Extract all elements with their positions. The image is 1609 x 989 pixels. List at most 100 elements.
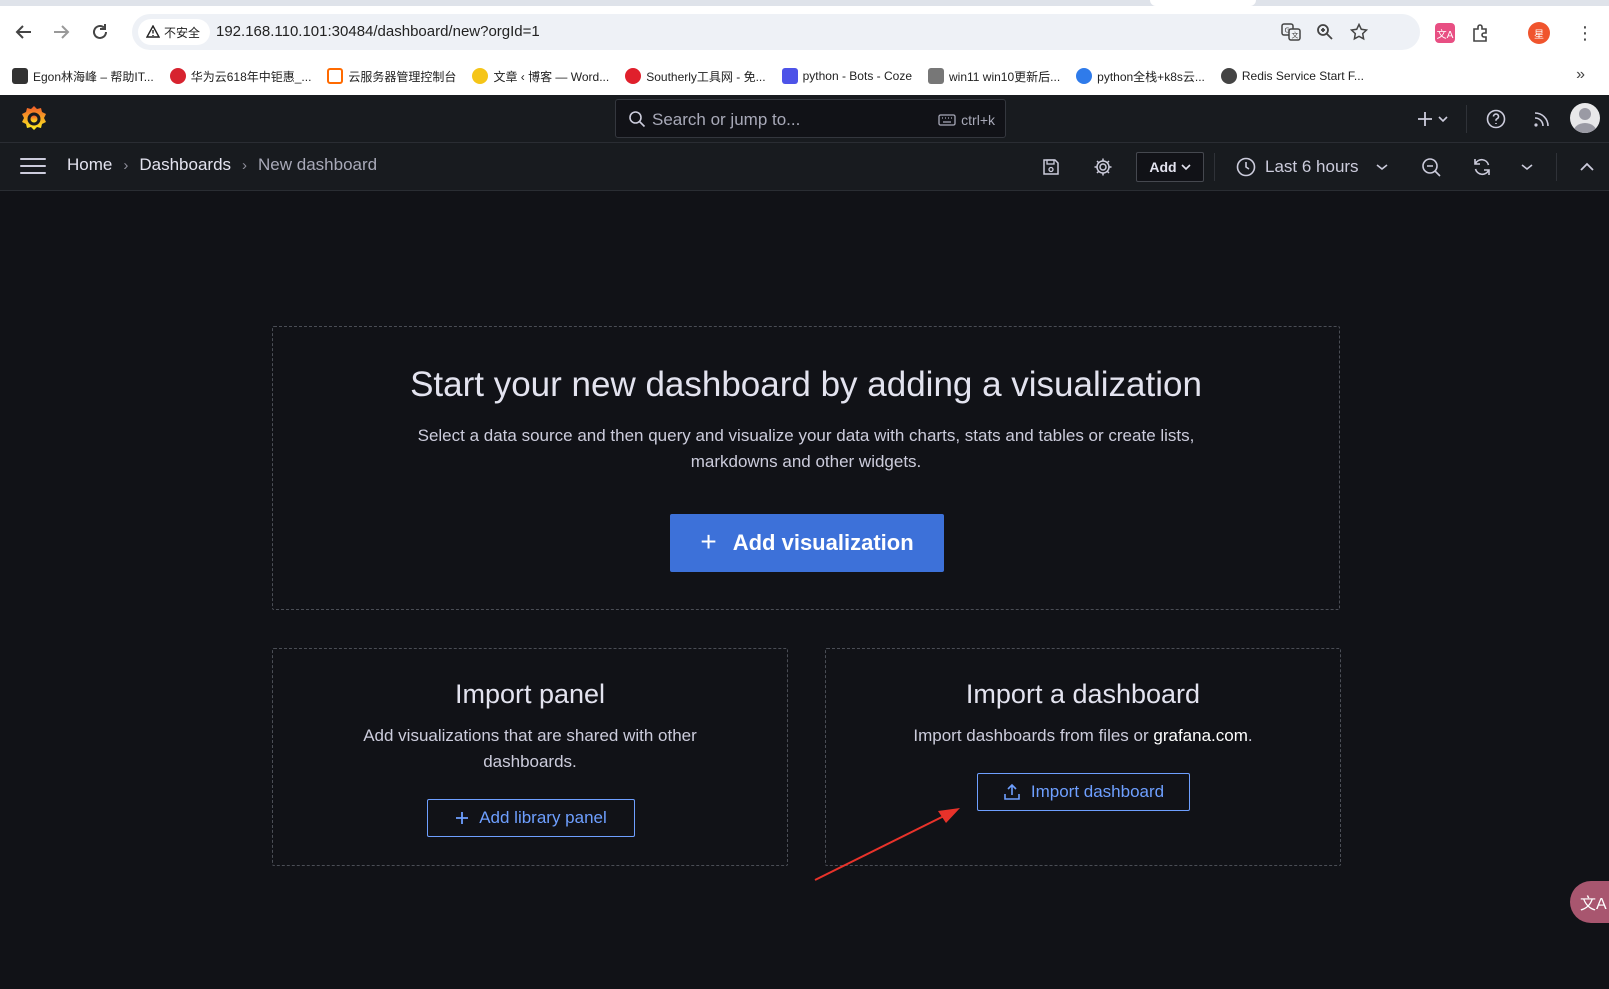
add-visualization-button[interactable]: + Add visualization — [670, 514, 944, 572]
bookmark-label: Redis Service Start F... — [1241, 69, 1364, 83]
extension-translate-icon[interactable]: 文A — [1432, 20, 1458, 46]
arrow-right-icon — [54, 25, 70, 39]
save-icon[interactable] — [1038, 155, 1064, 179]
hero-title: Start your new dashboard by adding a vis… — [410, 365, 1202, 404]
add-button[interactable]: Add — [1136, 152, 1204, 182]
add-library-panel-label: Add library panel — [479, 808, 607, 827]
warning-icon — [146, 25, 160, 38]
time-range-picker[interactable]: Last 6 hours — [1236, 153, 1388, 181]
bookmark-item[interactable]: 云服务器管理控制台 — [327, 68, 456, 85]
search-icon — [629, 111, 646, 128]
add-visualization-card: Start your new dashboard by adding a vis… — [272, 326, 1340, 610]
translate-icon[interactable]: G文 — [1278, 20, 1304, 44]
hero-description: Select a data source and then query and … — [417, 426, 1195, 471]
bookmark-item[interactable]: 文章 ‹ 博客 — Word... — [472, 68, 609, 85]
chevron-down-icon — [1181, 164, 1191, 171]
plus-icon — [456, 812, 469, 824]
upload-icon — [1004, 783, 1020, 800]
profile-avatar[interactable]: 星 — [1526, 20, 1552, 46]
top-divider — [1466, 105, 1467, 133]
import-panel-title: Import panel — [454, 679, 606, 709]
bookmark-label: python全栈+k8s云... — [1097, 69, 1205, 84]
grafana-top-bar: Search or jump to... ctrl+k — [0, 95, 1609, 143]
forward-button[interactable] — [47, 18, 75, 46]
shortcut-label: ctrl+k — [961, 112, 995, 128]
bookmark-item[interactable]: Redis Service Start F... — [1220, 68, 1364, 84]
bookmark-item[interactable]: win11 win10更新后... — [928, 68, 1060, 85]
zoom-out-icon[interactable] — [1418, 155, 1444, 179]
bookmark-label: 文章 ‹ 博客 — Word... — [493, 69, 610, 84]
time-range-label: Last 6 hours — [1265, 157, 1359, 176]
bookmark-label: 华为云618年中钜惠_... — [190, 69, 312, 84]
grafana-com-link[interactable]: grafana.com — [1153, 726, 1248, 745]
bookmark-label: win11 win10更新后... — [949, 69, 1061, 84]
bookmark-favicon-icon — [928, 68, 944, 84]
dashboard-empty-state: Start your new dashboard by adding a vis… — [0, 191, 1609, 989]
profile-initial: 星 — [1528, 22, 1550, 44]
add-label: Add — [1149, 159, 1177, 175]
add-visualization-label: Add visualization — [732, 530, 914, 555]
breadcrumb-home[interactable]: Home — [67, 155, 112, 175]
plus-icon: + — [700, 525, 717, 557]
grafana-logo-icon[interactable] — [18, 103, 50, 135]
bookmark-item[interactable]: python - Bots - Coze — [781, 68, 912, 84]
description-suffix: . — [1247, 726, 1253, 745]
chevron-down-icon — [1376, 164, 1388, 171]
bookmark-item[interactable]: Southerly工具网 - 免... — [625, 68, 766, 85]
refresh-interval-chevron-down-icon[interactable] — [1514, 155, 1540, 179]
dashboard-toolbar: Home › Dashboards › New dashboard Add La… — [0, 143, 1609, 191]
user-avatar[interactable] — [1570, 103, 1600, 133]
clock-icon — [1236, 157, 1256, 177]
toolbar-divider — [1214, 153, 1215, 181]
chevron-right-icon: › — [123, 156, 129, 174]
help-icon[interactable] — [1483, 107, 1509, 131]
security-chip[interactable]: 不安全 — [138, 19, 211, 45]
bookmarks-bar: Egon林海峰 – 帮助IT... 华为云618年中钜惠_... 云服务器管理控… — [0, 58, 1609, 94]
description-text: Import dashboards from files or — [913, 726, 1149, 745]
star-icon[interactable] — [1346, 20, 1372, 44]
bookmark-favicon-icon — [12, 68, 28, 84]
bookmark-favicon-icon — [1220, 68, 1237, 84]
bookmark-favicon-icon — [781, 68, 798, 84]
browser-chrome: 不安全 192.168.110.101:30484/dashboard/new?… — [0, 0, 1609, 95]
extensions-puzzle-icon[interactable] — [1467, 20, 1493, 46]
breadcrumb-dashboards[interactable]: Dashboards — [139, 155, 231, 175]
import-dashboard-title: Import a dashboard — [965, 679, 1201, 709]
bookmark-label: Egon林海峰 – 帮助IT... — [33, 69, 154, 84]
toolbar-divider — [1556, 153, 1557, 181]
browser-toolbar: 不安全 192.168.110.101:30484/dashboard/new?… — [0, 6, 1609, 58]
bookmark-favicon-icon — [1076, 68, 1093, 84]
menu-icon[interactable] — [20, 158, 46, 176]
arrow-left-icon — [15, 25, 31, 39]
back-button[interactable] — [10, 18, 38, 46]
import-dashboard-card: Import a dashboard Import dashboards fro… — [825, 648, 1341, 866]
bookmark-label: Southerly工具网 - 免... — [646, 69, 766, 84]
keyboard-icon — [938, 114, 956, 126]
search-input[interactable]: Search or jump to... ctrl+k — [615, 99, 1006, 138]
bookmark-favicon-icon — [625, 68, 642, 84]
bookmark-item[interactable]: Egon林海峰 – 帮助IT... — [12, 68, 154, 85]
bookmark-favicon-icon — [169, 68, 186, 84]
import-dashboard-button[interactable]: Import dashboard — [977, 773, 1190, 811]
bookmark-item[interactable]: python全栈+k8s云... — [1076, 68, 1205, 85]
refresh-icon[interactable] — [1469, 155, 1495, 179]
breadcrumb-current: New dashboard — [258, 155, 378, 174]
bookmark-item[interactable]: 华为云618年中钜惠_... — [169, 68, 312, 85]
svg-text:文: 文 — [1292, 31, 1299, 40]
menu-kebab-icon[interactable]: ⋮ — [1572, 20, 1598, 46]
settings-gear-icon[interactable] — [1090, 155, 1116, 179]
reload-icon — [93, 24, 107, 39]
zoom-icon[interactable] — [1312, 20, 1338, 44]
bookmark-label: 云服务器管理控制台 — [348, 69, 457, 84]
url-text[interactable]: 192.168.110.101:30484/dashboard/new?orgI… — [216, 23, 540, 40]
reload-button[interactable] — [86, 18, 114, 46]
new-menu-button[interactable] — [1414, 107, 1454, 131]
news-rss-icon[interactable] — [1529, 107, 1555, 131]
floating-translate-button[interactable]: 文A — [1570, 881, 1609, 923]
user-icon — [1573, 108, 1597, 133]
bookmarks-overflow-icon[interactable]: » — [1576, 66, 1585, 84]
search-shortcut: ctrl+k — [938, 112, 995, 128]
address-bar[interactable]: 不安全 192.168.110.101:30484/dashboard/new?… — [132, 14, 1420, 50]
add-library-panel-button[interactable]: Add library panel — [427, 799, 635, 837]
collapse-chevron-up-icon[interactable] — [1574, 155, 1600, 179]
